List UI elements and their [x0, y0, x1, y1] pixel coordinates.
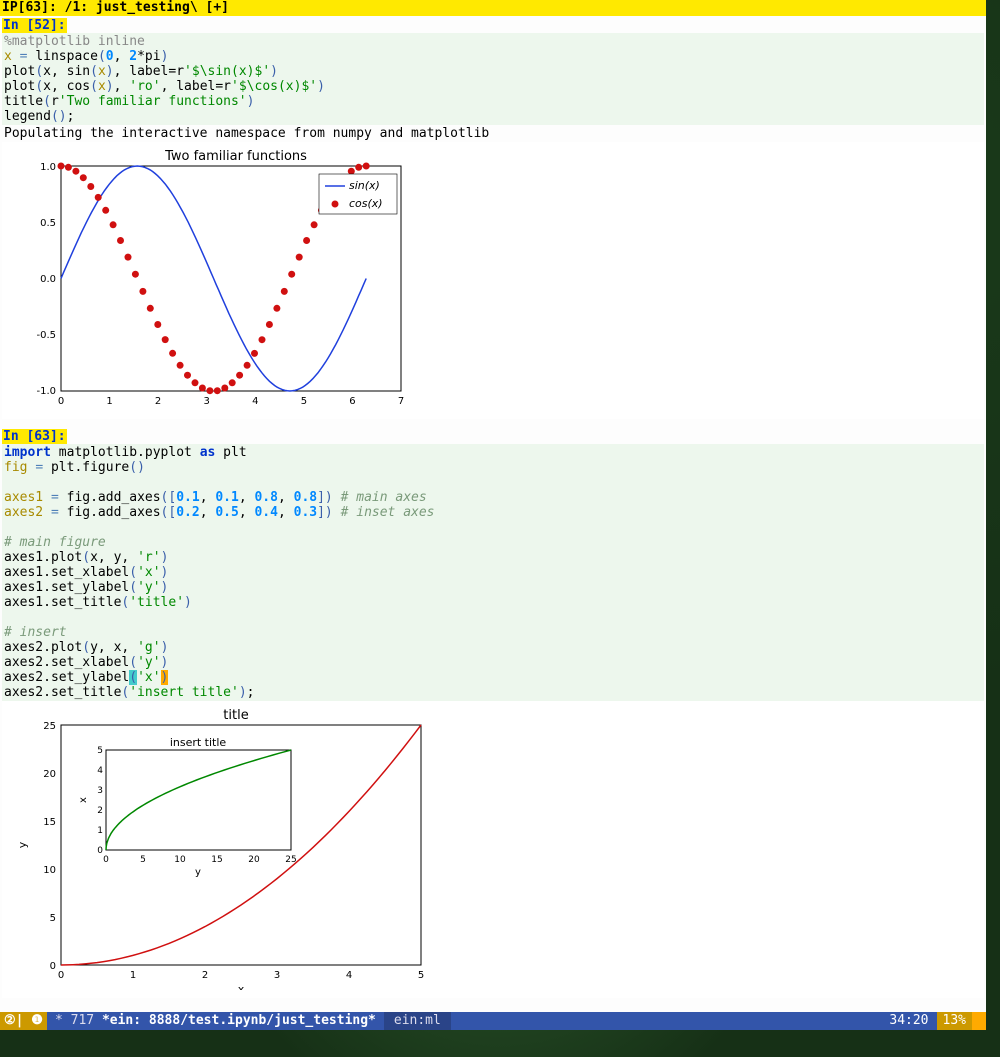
- chart-2-svg: title 0510152025 012345 x y insert: [6, 705, 436, 990]
- svg-text:0: 0: [58, 396, 64, 407]
- svg-text:3: 3: [204, 396, 210, 407]
- svg-text:0.5: 0.5: [40, 218, 56, 229]
- svg-text:1: 1: [97, 826, 103, 836]
- svg-text:5: 5: [418, 970, 424, 981]
- svg-text:insert title: insert title: [170, 736, 227, 749]
- svg-text:10: 10: [174, 855, 186, 865]
- magic-command: %matplotlib inline: [4, 34, 145, 49]
- svg-text:4: 4: [346, 970, 352, 981]
- svg-text:1.0: 1.0: [40, 162, 56, 173]
- chart1-legend: sin(x) cos(x): [319, 174, 397, 214]
- svg-text:-1.0: -1.0: [36, 386, 56, 397]
- cursor-position: ): [161, 670, 169, 685]
- svg-text:y: y: [195, 867, 201, 878]
- svg-text:x: x: [78, 797, 89, 803]
- major-mode: ein:ml: [384, 1012, 451, 1030]
- code-cell-1[interactable]: %matplotlib inline x = linspace(0, 2*pi)…: [2, 33, 984, 125]
- svg-text:4: 4: [97, 766, 103, 776]
- svg-text:y: y: [16, 841, 29, 848]
- chart1-title: Two familiar functions: [164, 149, 307, 164]
- svg-text:15: 15: [211, 855, 222, 865]
- svg-text:5: 5: [97, 746, 103, 756]
- svg-text:1: 1: [130, 970, 136, 981]
- svg-text:1: 1: [106, 396, 112, 407]
- svg-text:2: 2: [202, 970, 208, 981]
- svg-text:0: 0: [103, 855, 109, 865]
- cell-1-output-text: Populating the interactive namespace fro…: [2, 125, 984, 142]
- svg-text:5: 5: [140, 855, 146, 865]
- svg-text:cos(x): cos(x): [349, 197, 383, 210]
- scroll-percentage: 13%: [937, 1012, 972, 1030]
- statusbar-end-block: [972, 1012, 986, 1030]
- cursor-position-indicator: 34:20: [881, 1012, 936, 1030]
- svg-text:6: 6: [349, 396, 355, 407]
- editor-window: IP[63]: /1: just_testing\ [+] In [52]: %…: [0, 0, 986, 1030]
- window-titlebar: IP[63]: /1: just_testing\ [+]: [0, 0, 986, 16]
- svg-text:0.0: 0.0: [40, 274, 56, 285]
- code-cell-2[interactable]: import matplotlib.pyplot as plt fig = pl…: [2, 444, 984, 701]
- svg-text:5: 5: [50, 913, 56, 924]
- buffer-name: *ein: 8888/test.ipynb/just_testing*: [102, 1013, 376, 1028]
- svg-text:2: 2: [97, 806, 103, 816]
- svg-text:25: 25: [285, 855, 296, 865]
- svg-text:25: 25: [43, 721, 56, 732]
- chart-1-output: Two familiar functions 1.0 0.5 0.0 -0.5 …: [2, 142, 984, 419]
- chart-2-output: title 0510152025 012345 x y insert: [2, 701, 984, 998]
- cell-prompt-2: In [63]:: [2, 429, 67, 444]
- chart2-inset: insert title 012345 0510152025 y x: [78, 736, 297, 878]
- svg-text:15: 15: [43, 817, 56, 828]
- svg-text:20: 20: [43, 769, 56, 780]
- chart-1-svg: Two familiar functions 1.0 0.5 0.0 -0.5 …: [6, 146, 406, 411]
- mode-line: ②| ❶ * 717 *ein: 8888/test.ipynb/just_te…: [0, 1012, 986, 1030]
- cell-prompt-1: In [52]:: [2, 18, 67, 33]
- svg-text:3: 3: [97, 786, 103, 796]
- svg-text:20: 20: [248, 855, 260, 865]
- buffer-content[interactable]: In [52]: %matplotlib inline x = linspace…: [0, 16, 986, 1012]
- svg-text:3: 3: [274, 970, 280, 981]
- svg-text:sin(x): sin(x): [349, 179, 380, 192]
- svg-text:0: 0: [50, 961, 56, 972]
- svg-text:2: 2: [155, 396, 161, 407]
- chart2-title: title: [223, 708, 248, 723]
- statusbar-indicator: ②| ❶: [0, 1012, 47, 1030]
- svg-text:7: 7: [398, 396, 404, 407]
- svg-text:-0.5: -0.5: [36, 330, 56, 341]
- svg-text:4: 4: [252, 396, 258, 407]
- svg-text:5: 5: [301, 396, 307, 407]
- svg-text:10: 10: [43, 865, 56, 876]
- svg-text:0: 0: [58, 970, 64, 981]
- svg-text:x: x: [238, 983, 245, 990]
